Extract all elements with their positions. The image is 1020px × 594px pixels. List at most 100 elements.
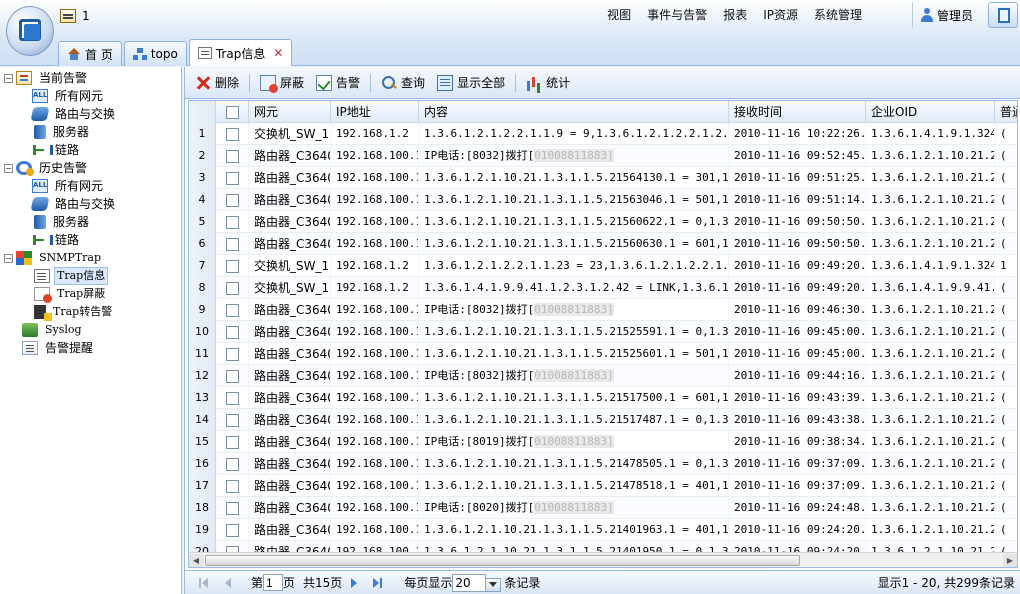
cell-select[interactable] <box>216 387 249 409</box>
table-row[interactable]: 7 交换机_SW_1 192.168.1.2 1.3.6.1.2.1.2.2.1.1.… <box>189 255 1017 277</box>
row-checkbox[interactable] <box>225 391 239 405</box>
last-page-icon[interactable] <box>369 575 387 591</box>
cell-select[interactable] <box>216 277 249 299</box>
row-checkbox[interactable] <box>225 237 239 251</box>
table-row[interactable]: 12 路由器_C3640 192.168.100.1 IP电话:[8032]拨打[01… <box>189 365 1017 387</box>
row-checkbox[interactable] <box>225 457 239 471</box>
table-row[interactable]: 8 交换机_SW_1 192.168.1.2 1.3.6.1.4.1.9.9.41.1… <box>189 277 1017 299</box>
header-ip[interactable]: IP地址 <box>331 101 419 123</box>
header-ne[interactable]: 网元 <box>249 101 331 123</box>
row-checkbox[interactable] <box>225 171 239 185</box>
tree-history-alarms[interactable]: − 历史告警 <box>0 159 181 177</box>
scroll-left-icon[interactable]: ◀ <box>189 554 203 567</box>
cell-select[interactable] <box>216 255 249 277</box>
show-all-button[interactable]: 显示全部 <box>431 71 511 95</box>
row-checkbox[interactable] <box>225 479 239 493</box>
tree-history-all-ne[interactable]: 所有网元 <box>0 177 181 195</box>
per-page-select[interactable]: 20 <box>452 573 502 592</box>
cell-select[interactable] <box>216 343 249 365</box>
select-all-checkbox[interactable] <box>225 106 239 119</box>
row-checkbox[interactable] <box>225 413 239 427</box>
collapse-icon[interactable]: − <box>4 163 13 173</box>
cell-select[interactable] <box>216 409 249 431</box>
cell-select[interactable] <box>216 365 249 387</box>
delete-button[interactable]: 删除 <box>189 71 245 95</box>
alarm-button[interactable]: 告警 <box>310 71 366 95</box>
tree-trap-block[interactable]: Trap屏蔽 <box>0 285 181 303</box>
tree-syslog[interactable]: Syslog <box>0 321 181 339</box>
horizontal-scrollbar[interactable]: ◀ ▶ <box>189 552 1017 567</box>
row-checkbox[interactable] <box>225 193 239 207</box>
row-checkbox[interactable] <box>225 435 239 449</box>
row-checkbox[interactable] <box>225 281 239 295</box>
table-row[interactable]: 17 路由器_C3640 192.168.100.1 1.3.6.1.2.1.10.2… <box>189 475 1017 497</box>
menu-item-1[interactable]: 事件与告警 <box>639 6 715 24</box>
header-select-all[interactable] <box>216 101 249 123</box>
menu-item-3[interactable]: IP资源 <box>755 6 806 24</box>
tab-trap-info[interactable]: Trap信息 ✕ <box>188 39 293 66</box>
row-checkbox[interactable] <box>225 369 239 383</box>
table-row[interactable]: 15 路由器_C3640 192.168.100.1 IP电话:[8019]拨打[01… <box>189 431 1017 453</box>
table-row[interactable]: 18 路由器_C3640 192.168.100.1 IP电话:[8020]拨打[01… <box>189 497 1017 519</box>
header-extra[interactable]: 普通 <box>995 101 1017 123</box>
tree-history-routing[interactable]: 路由与交换 <box>0 195 181 213</box>
first-page-icon[interactable] <box>196 575 214 591</box>
cell-select[interactable] <box>216 233 249 255</box>
table-row[interactable]: 6 路由器_C3640 192.168.100.1 1.3.6.1.2.1.10.21… <box>189 233 1017 255</box>
cell-select[interactable] <box>216 123 249 145</box>
header-oid[interactable]: 企业OID <box>866 101 995 123</box>
cell-select[interactable] <box>216 497 249 519</box>
table-row[interactable]: 16 路由器_C3640 192.168.100.1 1.3.6.1.2.1.10.2… <box>189 453 1017 475</box>
tree-current-alarms[interactable]: − 当前告警 <box>0 69 181 87</box>
tree-current-server[interactable]: 服务器 <box>0 123 181 141</box>
table-row[interactable]: 5 路由器_C3640 192.168.100.1 1.3.6.1.2.1.10.21… <box>189 211 1017 233</box>
tree-trap-forward[interactable]: Trap转告警 <box>0 303 181 321</box>
cell-select[interactable] <box>216 475 249 497</box>
quick-access[interactable]: 1 <box>60 6 90 26</box>
next-page-icon[interactable] <box>345 575 363 591</box>
page-number-input[interactable] <box>263 574 284 591</box>
table-row[interactable]: 19 路由器_C3640 192.168.100.1 1.3.6.1.2.1.10.2… <box>189 519 1017 541</box>
cell-select[interactable] <box>216 211 249 233</box>
cell-select[interactable] <box>216 321 249 343</box>
cell-select[interactable] <box>216 189 249 211</box>
table-row[interactable]: 11 路由器_C3640 192.168.100.1 1.3.6.1.2.1.10.2… <box>189 343 1017 365</box>
tree-alarm-remind[interactable]: 告警提醒 <box>0 339 181 357</box>
table-row[interactable]: 14 路由器_C3640 192.168.100.1 1.3.6.1.2.1.10.2… <box>189 409 1017 431</box>
scroll-right-icon[interactable]: ▶ <box>1003 554 1017 567</box>
table-row[interactable]: 1 交换机_SW_1 192.168.1.2 1.3.6.1.2.1.2.2.1.1.… <box>189 123 1017 145</box>
row-checkbox[interactable] <box>225 523 239 537</box>
exit-button[interactable] <box>988 2 1018 28</box>
chevron-down-icon[interactable] <box>489 581 498 587</box>
tree-current-all-ne[interactable]: 所有网元 <box>0 87 181 105</box>
tab-home[interactable]: 首 页 <box>58 41 122 66</box>
menu-item-0[interactable]: 视图 <box>599 6 639 24</box>
cell-select[interactable] <box>216 453 249 475</box>
tree-current-routing[interactable]: 路由与交换 <box>0 105 181 123</box>
tree-current-link[interactable]: 链路 <box>0 141 181 159</box>
query-button[interactable]: 查询 <box>375 71 431 95</box>
tree-history-link[interactable]: 链路 <box>0 231 181 249</box>
row-checkbox[interactable] <box>225 347 239 361</box>
table-row[interactable]: 10 路由器_C3640 192.168.100.1 1.3.6.1.2.1.10.2… <box>189 321 1017 343</box>
table-row[interactable]: 3 路由器_C3640 192.168.100.1 1.3.6.1.2.1.10.21… <box>189 167 1017 189</box>
collapse-icon[interactable]: − <box>4 253 13 263</box>
cell-select[interactable] <box>216 145 249 167</box>
table-row[interactable]: 2 路由器_C3640 192.168.100.1 IP电话:[8032]拨打[010… <box>189 145 1017 167</box>
cell-select[interactable] <box>216 519 249 541</box>
tree-snmptrap[interactable]: − SNMPTrap <box>0 249 181 267</box>
tree-history-server[interactable]: 服务器 <box>0 213 181 231</box>
menu-item-4[interactable]: 系统管理 <box>806 6 870 24</box>
tab-topo[interactable]: topo <box>123 41 187 66</box>
table-row[interactable]: 4 路由器_C3640 192.168.100.1 1.3.6.1.2.1.10.21… <box>189 189 1017 211</box>
cell-select[interactable] <box>216 299 249 321</box>
cell-select[interactable] <box>216 167 249 189</box>
user-menu[interactable]: 管理员 <box>912 2 984 28</box>
prev-page-icon[interactable] <box>220 575 238 591</box>
table-row[interactable]: 13 路由器_C3640 192.168.100.1 1.3.6.1.2.1.10.2… <box>189 387 1017 409</box>
menu-item-2[interactable]: 报表 <box>715 6 755 24</box>
row-checkbox[interactable] <box>225 325 239 339</box>
stats-button[interactable]: 统计 <box>520 71 576 95</box>
tree-trap-info[interactable]: Trap信息 <box>0 267 181 285</box>
row-checkbox[interactable] <box>225 127 239 141</box>
